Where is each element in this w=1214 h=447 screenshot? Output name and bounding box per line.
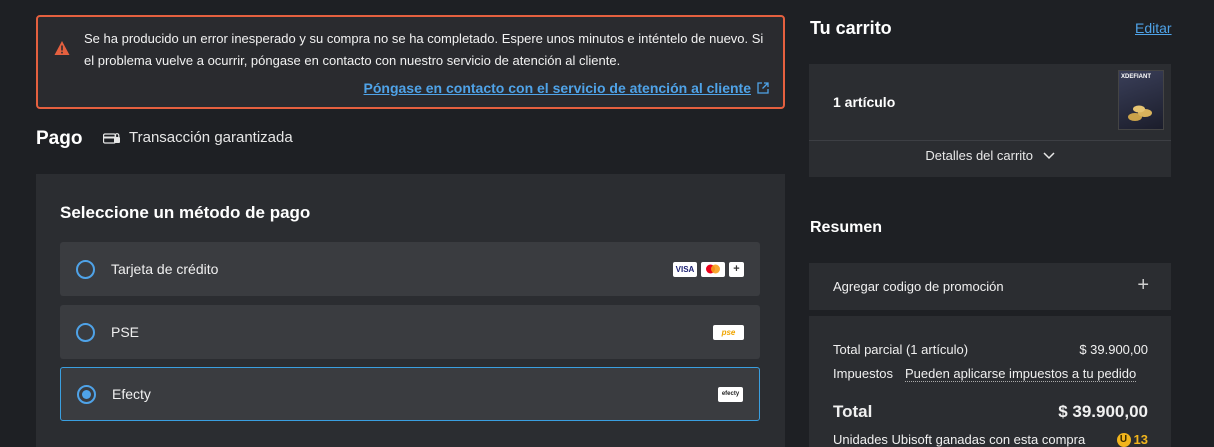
payment-method-efecty[interactable]: Efecty efecty [60,367,760,421]
tax-label: Impuestos [833,366,893,381]
more-cards-logo: + [729,261,744,277]
ubisoft-units-number: 13 [1133,432,1148,447]
guarantee-label: Transacción garantizada [129,129,293,146]
ubisoft-units-row: Unidades Ubisoft ganadas con esta compra… [833,432,1148,447]
efecty-logos: efecty [718,386,743,402]
external-link-icon [757,82,769,94]
cart-item-count: 1 artículo [833,94,896,110]
payment-title: Pago [36,128,83,149]
radio-credit-card[interactable] [76,259,95,279]
tax-value: Pueden aplicarse impuestos a tu pedido [904,366,1137,382]
warning-icon [54,41,70,55]
promo-label: Agregar codigo de promoción [833,279,1004,294]
edit-cart-link[interactable]: Editar [1135,20,1172,36]
total-value: $ 39.900,00 [1058,402,1148,421]
total-label: Total [833,402,873,421]
ubisoft-units-value: U 13 [1116,432,1148,447]
summary-title: Resumen [810,219,883,236]
cart-details-toggle[interactable]: Detalles del carrito [809,148,1171,163]
plus-icon: + [1137,274,1149,296]
cart-details-label: Detalles del carrito [925,148,1034,163]
cart-divider [809,140,1171,141]
subtotal-row: Total parcial (1 artículo) $ 39.900,00 [833,342,1148,357]
subtotal-label: Total parcial (1 artículo) [833,342,969,357]
radio-efecty[interactable] [77,384,96,404]
totals-box: Total parcial (1 artículo) $ 39.900,00 I… [809,316,1171,447]
payment-method-heading: Seleccione un método de pago [60,203,311,222]
contact-support-label: Póngase en contacto con el servicio de a… [363,80,751,96]
error-message: Se ha producido un error inesperado y su… [84,31,764,68]
method-label: Tarjeta de crédito [111,261,219,277]
payment-method-credit-card[interactable]: Tarjeta de crédito VISA + [60,242,760,296]
method-label: Efecty [112,386,151,402]
chevron-down-icon [1043,152,1055,160]
ubisoft-coin-icon: U [1116,432,1131,447]
product-thumbnail-label: XDEFIANT [1121,74,1151,80]
method-label: PSE [111,324,140,340]
efecty-logo: efecty [718,386,743,402]
subtotal-value: $ 39.900,00 [1079,342,1148,357]
ubisoft-units-label: Unidades Ubisoft ganadas con esta compra [833,432,1086,447]
visa-logo: VISA [673,261,697,277]
error-alert: Se ha producido un error inesperado y su… [36,15,785,109]
coins-image [1128,105,1152,121]
guarantee-badge: Transacción garantizada [103,129,293,146]
contact-support-link[interactable]: Póngase en contacto con el servicio de a… [364,80,769,96]
pse-logo: pse [713,324,744,340]
tax-row: Impuestos Pueden aplicarse impuestos a t… [833,366,1148,382]
mastercard-logo [701,261,725,277]
secure-card-icon [103,132,120,144]
payment-method-pse[interactable]: PSE pse [60,305,760,359]
card-logos: VISA + [673,261,744,277]
payment-panel: Seleccione un método de pago Tarjeta de … [36,174,785,447]
pse-logos: pse [713,324,744,340]
cart-box: 1 artículo XDEFIANT Detalles del carrito [809,64,1171,177]
product-thumbnail: XDEFIANT [1118,70,1164,130]
radio-pse[interactable] [76,322,95,342]
add-promo-code[interactable]: Agregar codigo de promoción + [809,263,1171,310]
cart-title: Tu carrito [810,18,892,38]
total-row: Total $ 39.900,00 [833,402,1148,422]
